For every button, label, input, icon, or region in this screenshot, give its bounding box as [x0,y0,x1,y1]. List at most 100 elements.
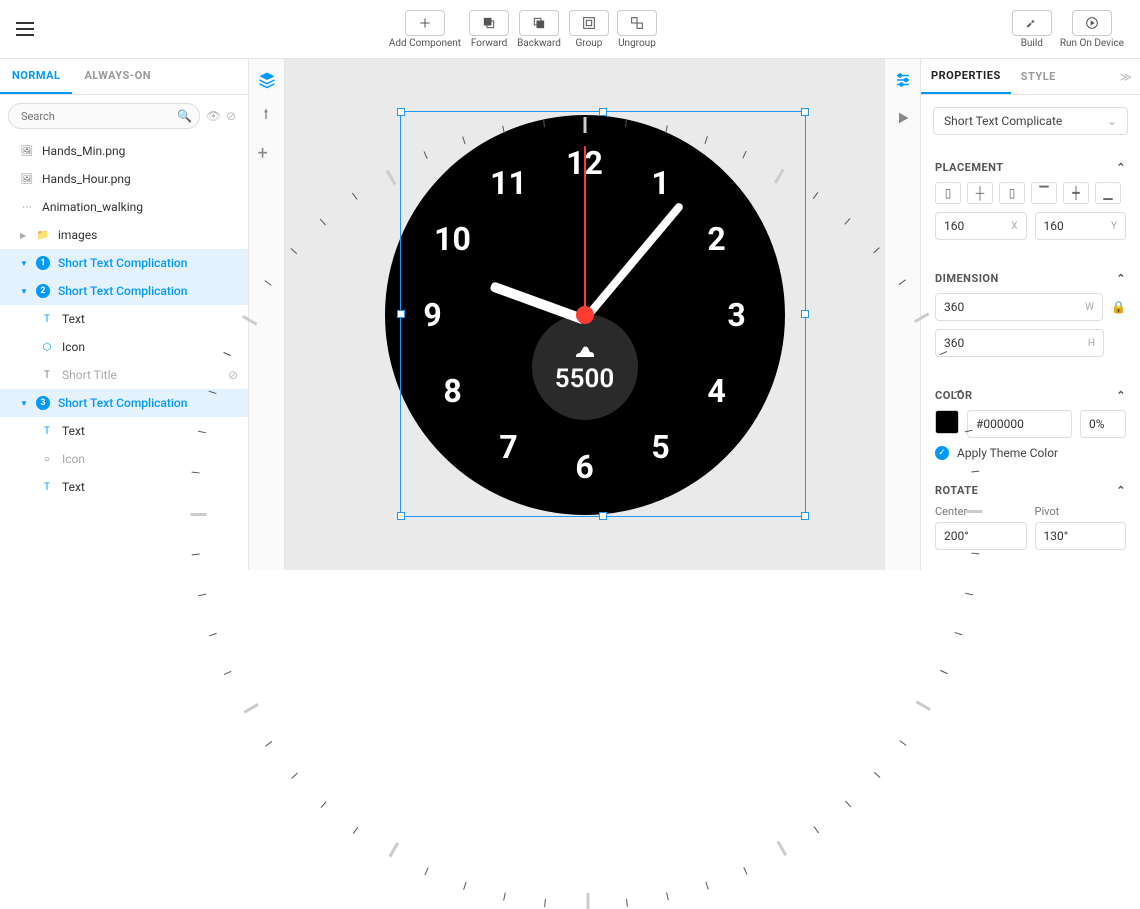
height-input[interactable]: 360H [935,329,1104,357]
resize-handle-w[interactable] [397,310,405,318]
properties-tool[interactable] [894,71,912,92]
layer-animation[interactable]: ⋯Animation_walking [0,193,248,221]
layer-hands-hour[interactable]: 🖼Hands_Hour.png [0,165,248,193]
layer-images-folder[interactable]: ▶📁images [0,221,248,249]
chevron-up-icon[interactable]: ⌃ [1116,484,1126,497]
tick-mark [873,771,880,777]
resize-handle-ne[interactable] [801,108,809,116]
build-button[interactable]: Build [1012,10,1052,49]
selection-box[interactable] [400,111,806,517]
forward-button[interactable]: Forward [469,10,509,49]
resize-handle-e[interactable] [801,310,809,318]
chevron-down-icon: ▼ [20,259,28,268]
opacity-value: 0% [1089,417,1105,431]
tab-normal[interactable]: NORMAL [0,59,72,94]
align-left-button[interactable]: ▯ [935,182,961,204]
pin-tool[interactable] [258,107,276,125]
component-selector[interactable]: Short Text Complicate ⌄ [933,107,1128,135]
resize-handle-n[interactable] [599,108,607,116]
tick-mark [544,898,546,906]
tab-always-on[interactable]: ALWAYS-ON [72,59,163,94]
chevron-down-icon: ▼ [20,287,28,296]
tick-mark [705,881,708,889]
width-input[interactable]: 360W [935,293,1103,321]
layer-label: Text [62,312,85,326]
layer-icon-2[interactable]: ⬡Icon [0,333,248,361]
run-label: Run On Device [1060,38,1124,49]
align-bottom-button[interactable]: ▁ [1095,182,1121,204]
run-button[interactable]: Run On Device [1060,10,1124,49]
canvas[interactable]: /*placeholder*/ 12 1 2 3 4 5 6 7 8 9 10 … [285,59,884,570]
tick-mark [939,669,947,673]
apply-theme-checkbox[interactable]: ✓Apply Theme Color [935,446,1126,460]
add-component-button[interactable]: Add Component [389,10,461,49]
align-center-h-button[interactable]: ┼ [967,182,993,204]
layer-label: Text [62,424,85,438]
backward-button[interactable]: Backward [517,10,561,49]
y-input[interactable]: 160Y [1035,212,1127,240]
badge-3: 3 [36,396,50,410]
layers-tool[interactable] [258,71,276,89]
align-center-v-button[interactable]: ┿ [1063,182,1089,204]
tick-mark [845,800,851,807]
color-hex-input[interactable]: #000000 [967,410,1072,438]
hidden-icon[interactable]: ⊘ [228,368,238,382]
x-input[interactable]: 160X [935,212,1027,240]
tick-mark [586,893,589,909]
tick-mark [812,192,818,199]
opacity-input[interactable]: 0% [1080,410,1126,438]
chevron-up-icon[interactable]: ⌃ [1116,389,1126,402]
layer-stc-1[interactable]: ▼1Short Text Complication [0,249,248,277]
visibility-toggle-icon[interactable]: 👁 [206,109,220,123]
pivot-input[interactable]: 130° [1035,522,1127,550]
search-input[interactable] [8,103,200,129]
resize-handle-s[interactable] [599,512,607,520]
play-tool[interactable] [895,110,911,129]
layer-hands-min[interactable]: 🖼 Hands_Min.png [0,137,248,165]
tick-mark [223,670,231,674]
resize-handle-se[interactable] [801,512,809,520]
tick-mark [813,826,819,833]
layer-stc-3[interactable]: ▼3Short Text Complication [0,389,248,417]
resize-handle-nw[interactable] [397,108,405,116]
ungroup-button[interactable]: Ungroup [617,10,657,49]
layer-short-title[interactable]: TShort Title⊘ [0,361,248,389]
tick-mark [966,510,982,513]
layer-label: Hands_Min.png [42,144,125,158]
collapse-panel-icon[interactable]: ≫ [1119,70,1132,84]
chevron-up-icon[interactable]: ⌃ [1116,161,1126,174]
align-top-button[interactable]: ▔ [1031,182,1057,204]
resize-handle-sw[interactable] [397,512,405,520]
w-unit: W [1085,302,1094,313]
layer-text-3b[interactable]: TText [0,473,248,501]
badge-2: 2 [36,284,50,298]
add-tool[interactable]: + [258,143,276,161]
folder-icon: 📁 [36,228,50,242]
tick-mark [743,867,747,875]
tick-mark [954,631,962,634]
tick-mark [265,741,272,747]
menu-button[interactable] [16,22,34,36]
layer-text-2[interactable]: TText [0,305,248,333]
layer-label: Short Title [62,368,117,382]
center-input[interactable]: 200° [935,522,1027,550]
layer-icon-3[interactable]: ○Icon [0,445,248,473]
group-button[interactable]: Group [569,10,609,49]
color-swatch[interactable] [935,410,959,434]
layer-stc-2[interactable]: ▼2Short Text Complication [0,277,248,305]
image-icon: 🖼 [20,144,34,158]
tick-mark [208,632,216,635]
tick-mark [198,593,206,596]
tick-mark [290,248,297,254]
lock-icon[interactable]: 🔒 [1111,300,1126,314]
tab-style[interactable]: STYLE [1011,60,1066,93]
chevron-up-icon[interactable]: ⌃ [1116,272,1126,285]
tick-mark [424,867,428,875]
circle-icon: ○ [40,452,54,466]
visibility-toggle-off-icon[interactable]: ⊘ [226,109,240,123]
check-icon: ✓ [935,446,949,460]
layer-label: Animation_walking [42,200,143,214]
tab-properties[interactable]: PROPERTIES [921,59,1011,94]
align-right-button[interactable]: ▯ [999,182,1025,204]
layer-text-3a[interactable]: TText [0,417,248,445]
